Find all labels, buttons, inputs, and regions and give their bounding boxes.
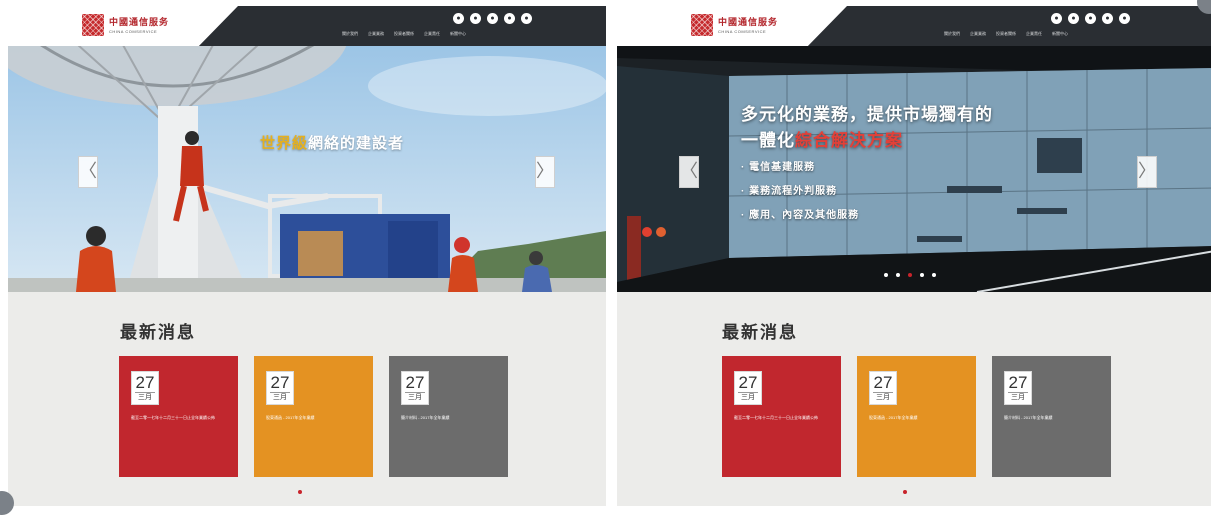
site-header: 中國通信服务 CHINA COMSERVICE ● ● ● ● ● 關於我們 企… bbox=[8, 6, 606, 46]
slider-prev-button[interactable]: 〈 bbox=[679, 156, 699, 188]
nav-item-investors[interactable]: 投資者關係 bbox=[996, 31, 1016, 37]
hero-bullet: · 業務流程外判服務 bbox=[741, 186, 838, 197]
pager-dot[interactable] bbox=[896, 273, 900, 277]
news-card[interactable]: 27 三月 簡介材料 - 2017年全年業績 bbox=[389, 356, 508, 477]
main-nav: 關於我們 企業業務 投資者關係 企業責任 新聞中心 bbox=[342, 31, 466, 37]
pager-dot[interactable] bbox=[932, 273, 936, 277]
news-card[interactable]: 27 三月 簡介材料 - 2017年全年業績 bbox=[992, 356, 1111, 477]
news-card-text: 截至二零一七年十二月三十一日止全年業績公佈 bbox=[734, 415, 818, 420]
wechat-icon[interactable]: ● bbox=[470, 13, 481, 24]
date-month: 三月 bbox=[873, 392, 893, 402]
wechat-icon[interactable]: ● bbox=[1068, 13, 1079, 24]
pager-dot[interactable] bbox=[884, 273, 888, 277]
news-pager-dot[interactable] bbox=[903, 490, 907, 494]
date-day: 27 bbox=[738, 373, 758, 392]
title-line2-highlight: 綜合解決方案 bbox=[795, 131, 903, 150]
date-month: 三月 bbox=[405, 392, 425, 402]
logo-text: 中國通信服务 bbox=[109, 17, 170, 27]
share-icon[interactable]: ● bbox=[1085, 13, 1096, 24]
news-card-text: 簡介材料 - 2017年全年業績 bbox=[1004, 415, 1053, 420]
news-card-text: 截至二零一七年十二月三十一日止全年業績公佈 bbox=[131, 415, 215, 420]
headline-rest: 網絡的建設者 bbox=[308, 135, 405, 152]
date-badge: 27 三月 bbox=[734, 371, 762, 405]
news-card[interactable]: 27 三月 截至二零一七年十二月三十一日止全年業績公佈 bbox=[119, 356, 238, 477]
nav-item-responsibility[interactable]: 企業責任 bbox=[424, 31, 440, 37]
logo-subtext: CHINA COMSERVICE bbox=[109, 29, 158, 34]
slider-next-button[interactable]: 〉 bbox=[1137, 156, 1157, 188]
main-nav: 關於我們 企業業務 投資者關係 企業責任 新聞中心 bbox=[944, 31, 1068, 37]
slider-next-button[interactable]: 〉 bbox=[535, 156, 555, 188]
hero-bullet: · 電信基建服務 bbox=[741, 162, 816, 173]
news-section-title: 最新消息 bbox=[120, 323, 196, 342]
logo-subtext: CHINA COMSERVICE bbox=[718, 29, 767, 34]
hero-image-control-room bbox=[617, 46, 1211, 292]
news-card-text: 簡介材料 - 2017年全年業績 bbox=[401, 415, 450, 420]
nav-item-news[interactable]: 新聞中心 bbox=[1052, 31, 1068, 37]
news-cards: 27 三月 截至二零一七年十二月三十一日止全年業績公佈 27 三月 股東通函 -… bbox=[722, 356, 1111, 477]
date-day: 27 bbox=[135, 373, 155, 392]
hero-title-line1: 多元化的業務，提供市場獨有的 bbox=[741, 105, 993, 124]
share-icon[interactable]: ● bbox=[487, 13, 498, 24]
hero-title-line2: 一體化綜合解決方案 bbox=[741, 126, 903, 151]
news-card[interactable]: 27 三月 股東通函 - 2017年全年業績 bbox=[254, 356, 373, 477]
nav-item-investors[interactable]: 投資者關係 bbox=[394, 31, 414, 37]
hero-bullet: · 應用、內容及其他服務 bbox=[741, 210, 860, 221]
news-card[interactable]: 27 三月 截至二零一七年十二月三十一日止全年業績公佈 bbox=[722, 356, 841, 477]
logo-text: 中國通信服务 bbox=[718, 17, 779, 27]
news-card-text: 股東通函 - 2017年全年業績 bbox=[266, 415, 315, 420]
website-mockup-1: 中國通信服务 CHINA COMSERVICE ● ● ● ● ● 關於我們 企… bbox=[8, 6, 606, 506]
slider-prev-button[interactable]: 〈 bbox=[78, 156, 98, 188]
pager-dot-active[interactable] bbox=[908, 273, 912, 277]
website-mockup-2: 中國通信服务 CHINA COMSERVICE ● ● ● ● ● 關於我們 企… bbox=[617, 6, 1211, 506]
date-badge: 27 三月 bbox=[401, 371, 429, 405]
nav-item-about[interactable]: 關於我們 bbox=[342, 31, 358, 37]
headline-highlight: 世界級 bbox=[260, 135, 309, 152]
search-icon[interactable]: ● bbox=[521, 13, 532, 24]
social-links: ● ● ● ● ● bbox=[1051, 13, 1130, 24]
title-line2-prefix: 一體化 bbox=[741, 131, 795, 150]
date-day: 27 bbox=[270, 373, 290, 392]
hero-slider: 多元化的業務，提供市場獨有的 一體化綜合解決方案 · 電信基建服務 · 業務流程… bbox=[617, 46, 1211, 292]
nav-item-about[interactable]: 關於我們 bbox=[944, 31, 960, 37]
date-badge: 27 三月 bbox=[1004, 371, 1032, 405]
news-section-title: 最新消息 bbox=[722, 323, 798, 342]
mail-icon[interactable]: ● bbox=[504, 13, 515, 24]
logo-area[interactable]: 中國通信服务 CHINA COMSERVICE bbox=[617, 6, 847, 46]
date-month: 三月 bbox=[270, 392, 290, 402]
social-links: ● ● ● ● ● bbox=[453, 13, 532, 24]
hero-slider: 世界級網絡的建設者 〈 〉 bbox=[8, 46, 606, 292]
news-cards: 27 三月 截至二零一七年十二月三十一日止全年業績公佈 27 三月 股東通函 -… bbox=[119, 356, 508, 477]
search-icon[interactable]: ● bbox=[1119, 13, 1130, 24]
nav-item-business[interactable]: 企業業務 bbox=[970, 31, 986, 37]
mail-icon[interactable]: ● bbox=[1102, 13, 1113, 24]
site-header: 中國通信服务 CHINA COMSERVICE ● ● ● ● ● 關於我們 企… bbox=[617, 6, 1211, 46]
weibo-icon[interactable]: ● bbox=[1051, 13, 1062, 24]
logo-icon bbox=[691, 14, 713, 36]
slider-pager bbox=[884, 273, 936, 277]
news-card-text: 股東通函 - 2017年全年業績 bbox=[869, 415, 918, 420]
date-badge: 27 三月 bbox=[266, 371, 294, 405]
date-badge: 27 三月 bbox=[869, 371, 897, 405]
pager-dot[interactable] bbox=[920, 273, 924, 277]
hero-headline: 世界級網絡的建設者 bbox=[260, 132, 404, 153]
date-day: 27 bbox=[873, 373, 893, 392]
logo-icon bbox=[82, 14, 104, 36]
news-card[interactable]: 27 三月 股東通函 - 2017年全年業績 bbox=[857, 356, 976, 477]
date-month: 三月 bbox=[738, 392, 758, 402]
date-day: 27 bbox=[405, 373, 425, 392]
nav-item-responsibility[interactable]: 企業責任 bbox=[1026, 31, 1042, 37]
date-day: 27 bbox=[1008, 373, 1028, 392]
date-month: 三月 bbox=[135, 392, 155, 402]
nav-item-news[interactable]: 新聞中心 bbox=[450, 31, 466, 37]
date-badge: 27 三月 bbox=[131, 371, 159, 405]
date-month: 三月 bbox=[1008, 392, 1028, 402]
news-pager-dot[interactable] bbox=[298, 490, 302, 494]
nav-item-business[interactable]: 企業業務 bbox=[368, 31, 384, 37]
logo-area[interactable]: 中國通信服务 CHINA COMSERVICE bbox=[8, 6, 238, 46]
weibo-icon[interactable]: ● bbox=[453, 13, 464, 24]
